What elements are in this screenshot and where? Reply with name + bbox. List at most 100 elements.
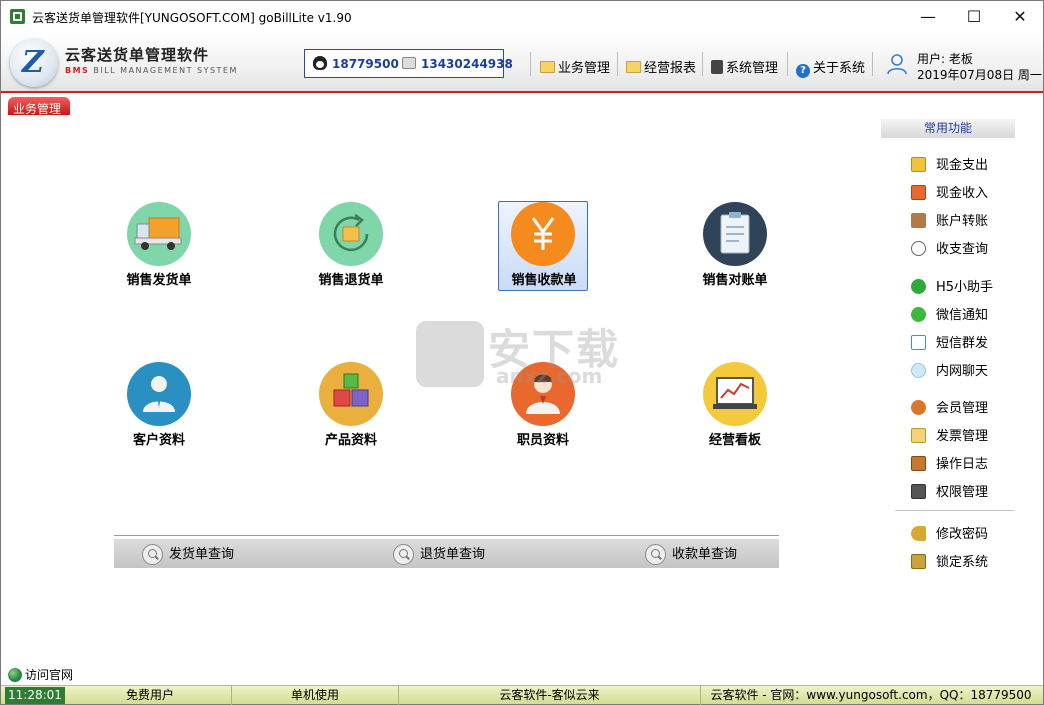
customer-person-icon — [127, 362, 191, 426]
menu-divider — [530, 52, 531, 76]
window-title: 云客送货单管理软件[YUNGOSOFT.COM] goBillLite v1.9… — [32, 11, 352, 25]
query-return-button[interactable]: 退货单查询 — [393, 543, 485, 565]
monitor-icon — [911, 484, 926, 499]
user-icon — [887, 54, 907, 75]
menu-divider — [702, 52, 703, 76]
query-bar: 发货单查询 退货单查询 收款单查询 — [114, 539, 779, 568]
brand-name: 云客送货单管理软件 — [65, 46, 210, 64]
tile-label: 销售发货单 — [126, 273, 192, 288]
brand-subtitle: BMS BILL MANAGEMENT SYSTEM — [65, 66, 238, 75]
minimize-button[interactable]: — — [905, 1, 951, 32]
tile-label: 销售退货单 — [318, 273, 384, 288]
menu-business[interactable]: 业务管理 — [540, 57, 610, 76]
query-receipt-button[interactable]: 收款单查询 — [645, 543, 737, 565]
sms-icon — [911, 335, 926, 350]
key-icon — [911, 526, 926, 541]
help-icon: ? — [796, 64, 810, 78]
query-delivery-button[interactable]: 发货单查询 — [142, 543, 234, 565]
status-license: 免费用户 — [69, 686, 232, 705]
menu-divider — [872, 52, 873, 76]
search-icon — [645, 544, 666, 565]
log-book-icon — [911, 456, 926, 471]
search-icon — [142, 544, 163, 565]
side-invoices[interactable]: 发票管理 — [911, 425, 988, 444]
search-icon — [393, 544, 414, 565]
status-mode: 单机使用 — [232, 686, 399, 705]
chat-bubble-icon — [911, 363, 926, 378]
brand-logo: Z — [10, 39, 58, 87]
transfer-sign-icon — [911, 213, 926, 228]
product-blocks-icon — [319, 362, 383, 426]
tile-dashboard[interactable]: 经营看板 — [690, 361, 780, 451]
wechat-icon — [911, 307, 926, 322]
menu-system[interactable]: 系统管理 — [711, 57, 778, 76]
tile-products[interactable]: 产品资料 — [306, 361, 396, 451]
tile-customers[interactable]: 客户资料 — [114, 361, 204, 451]
menu-divider — [617, 52, 618, 76]
tile-label: 产品资料 — [324, 433, 377, 448]
tile-label: 销售收款单 — [511, 273, 577, 288]
delivery-truck-icon — [127, 202, 191, 266]
phone-icon — [402, 57, 416, 69]
side-h5-assistant[interactable]: H5小助手 — [911, 276, 993, 295]
visit-website-link[interactable]: 访问官网 — [8, 666, 73, 683]
side-income-query[interactable]: 收支查询 — [911, 238, 988, 257]
status-time: 11:28:01 — [5, 687, 65, 704]
qq-icon — [313, 56, 327, 70]
menu-about[interactable]: ? 关于系统 — [796, 57, 865, 78]
invoice-icon — [911, 428, 926, 443]
side-intranet-chat[interactable]: 内网聊天 — [911, 360, 988, 379]
tile-label: 销售对账单 — [702, 273, 768, 288]
return-refresh-icon — [319, 202, 383, 266]
close-button[interactable]: ✕ — [997, 1, 1043, 32]
tab-business[interactable]: 业务管理 — [8, 97, 70, 116]
app-icon — [10, 9, 25, 24]
current-date: 2019年07月08日 周一 — [917, 68, 1042, 82]
side-cash-in[interactable]: 现金收入 — [911, 182, 988, 201]
cash-out-icon — [911, 157, 926, 172]
tile-sales-receipt[interactable]: 销售收款单 — [498, 201, 588, 291]
folder-icon — [626, 61, 641, 73]
tile-label: 客户资料 — [132, 433, 185, 448]
side-change-password[interactable]: 修改密码 — [911, 523, 988, 542]
current-user: 用户: 老板 — [917, 52, 973, 66]
tile-sales-statement[interactable]: 销售对账单 — [690, 201, 780, 291]
contact-box: 18779500 13430244938 — [304, 49, 513, 78]
common-functions-title: 常用功能 — [881, 119, 1015, 138]
check-circle-icon — [911, 279, 926, 294]
lock-icon — [911, 554, 926, 569]
system-icon — [711, 60, 723, 74]
side-permissions[interactable]: 权限管理 — [911, 481, 988, 500]
side-wechat-notify[interactable]: 微信通知 — [911, 304, 988, 323]
side-operation-log[interactable]: 操作日志 — [911, 453, 988, 472]
tile-label: 经营看板 — [708, 433, 761, 448]
app-window: 云客送货单管理软件[YUNGOSOFT.COM] goBillLite v1.9… — [0, 0, 1044, 705]
dashboard-chart-icon — [703, 362, 767, 426]
status-website: 云客软件 - 官网：www.yungosoft.com，QQ：18779500 — [710, 688, 1032, 702]
side-sms[interactable]: 短信群发 — [911, 332, 988, 351]
yuan-coin-icon — [511, 202, 575, 266]
tile-label: 职员资料 — [516, 433, 569, 448]
side-lock-system[interactable]: 锁定系统 — [911, 551, 988, 570]
side-divider — [895, 510, 1015, 511]
menu-reports[interactable]: 经营报表 — [626, 57, 696, 76]
globe-icon — [8, 668, 22, 682]
maximize-button[interactable]: ☐ — [951, 1, 997, 32]
clipboard-icon — [703, 202, 767, 266]
cash-in-icon — [911, 185, 926, 200]
folder-icon — [540, 61, 555, 73]
app-header: Z 云客送货单管理软件 BMS BILL MANAGEMENT SYSTEM 1… — [1, 32, 1043, 93]
side-members[interactable]: 会员管理 — [911, 397, 988, 416]
tile-sales-delivery[interactable]: 销售发货单 — [114, 201, 204, 291]
divider — [114, 535, 779, 536]
member-badge-icon — [911, 400, 926, 415]
status-slogan: 云客软件-客似云来 — [399, 686, 701, 705]
tile-sales-return[interactable]: 销售退货单 — [306, 201, 396, 291]
status-bar: 11:28:01 免费用户 单机使用 云客软件-客似云来 云客软件 - 官网：w… — [1, 685, 1043, 705]
phone-number: 13430244938 — [421, 57, 513, 71]
qq-number: 18779500 — [332, 57, 399, 71]
title-bar: 云客送货单管理软件[YUNGOSOFT.COM] goBillLite v1.9… — [1, 1, 1043, 32]
side-transfer[interactable]: 账户转账 — [911, 210, 988, 229]
side-cash-out[interactable]: 现金支出 — [911, 154, 988, 173]
bag-icon — [416, 321, 484, 387]
